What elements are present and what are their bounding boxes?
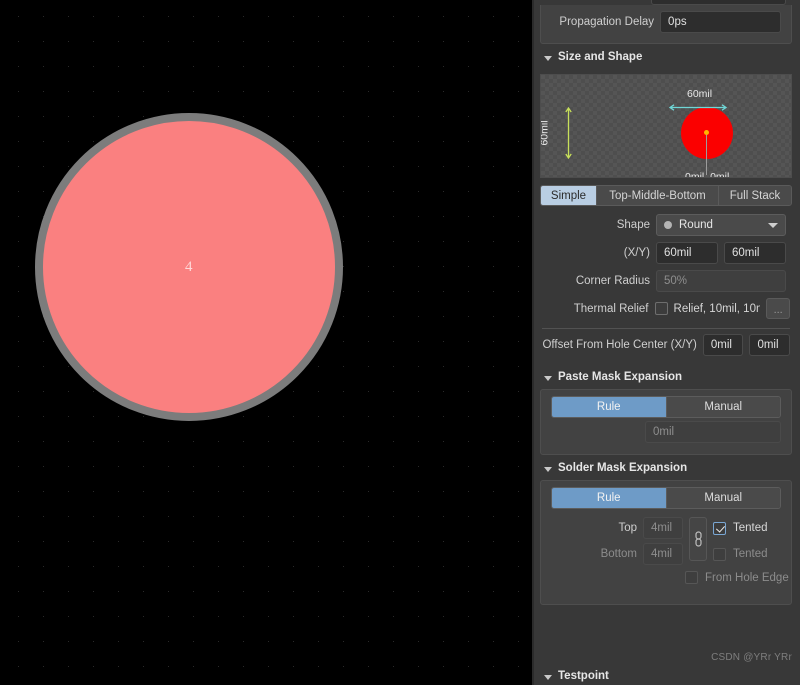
shape-label: Shape [616, 219, 650, 231]
shape-select[interactable]: Round [656, 214, 786, 236]
stack-mode-tabs: Simple Top-Middle-Bottom Full Stack [540, 185, 792, 206]
paste-mask-card: Rule Manual 0mil [540, 389, 792, 455]
solder-mask-mode-toggle: Rule Manual [551, 487, 781, 509]
paste-mask-value-input[interactable]: 0mil [645, 421, 781, 443]
corner-radius-input[interactable]: 50% [656, 270, 786, 292]
solder-mask-rule-button[interactable]: Rule [552, 488, 667, 508]
from-hole-edge-checkbox[interactable] [685, 571, 698, 584]
pad-preview-box: 60mil 60mil 0mil, 0mil [540, 74, 792, 178]
tab-full-stack[interactable]: Full Stack [719, 186, 791, 205]
tented-bottom-checkbox[interactable] [713, 547, 726, 561]
thermal-relief-label: Thermal Relief [573, 302, 649, 315]
from-hole-edge-label: From Hole Edge [705, 571, 789, 584]
solder-mask-bottom-label: Bottom [600, 548, 637, 560]
tented-top-label: Tented [733, 522, 768, 534]
size-y-input[interactable]: 60mil [724, 242, 786, 264]
solder-mask-top-input[interactable]: 4mil [643, 517, 683, 539]
paste-mask-title: Paste Mask Expansion [558, 371, 682, 383]
pcb-pad-object[interactable]: 4 [35, 113, 343, 421]
preview-origin-stem [706, 133, 707, 175]
paste-mask-value-row: 0mil [541, 418, 791, 446]
propagation-delay-row: Propagation Delay 0ps [541, 5, 791, 36]
paste-mask-mode-toggle: Rule Manual [551, 396, 781, 418]
thermal-relief-value: Relief, 10mil, 10m [673, 302, 761, 315]
corner-radius-row: Corner Radius 50% [532, 267, 800, 295]
offset-y-input[interactable]: 0mil [749, 334, 791, 356]
size-and-shape-title: Size and Shape [558, 51, 643, 63]
tented-top-checkbox[interactable] [713, 521, 726, 535]
size-x-input[interactable]: 60mil [656, 242, 718, 264]
pad-designator-label: 4 [185, 258, 193, 275]
round-shape-icon [664, 221, 672, 229]
solder-mask-bottom-input[interactable]: 4mil [643, 543, 683, 565]
collapse-triangle-icon[interactable] [544, 466, 552, 472]
propagation-delay-input[interactable]: 0ps [660, 11, 781, 33]
collapse-triangle-icon[interactable] [544, 55, 552, 61]
electrical-section-card: Propagation Delay 0ps [540, 5, 792, 44]
solder-mask-section-header[interactable]: Solder Mask Expansion [532, 455, 800, 480]
paste-mask-manual-button[interactable]: Manual [666, 397, 780, 417]
solder-mask-top-label: Top [618, 522, 637, 534]
solder-mask-manual-button[interactable]: Manual [666, 488, 780, 508]
pcb-design-canvas[interactable]: 4 [0, 0, 532, 685]
shape-row: Shape Round [532, 206, 800, 239]
size-and-shape-section-header[interactable]: Size and Shape [532, 44, 800, 69]
propagation-delay-label: Propagation Delay [559, 16, 655, 28]
tented-bottom-label: Tented [733, 548, 768, 560]
solder-mask-title: Solder Mask Expansion [558, 462, 688, 474]
tab-simple[interactable]: Simple [541, 186, 597, 205]
chain-link-glyph [694, 531, 702, 547]
thermal-relief-checkbox[interactable] [654, 302, 668, 315]
corner-radius-label: Corner Radius [575, 275, 650, 287]
section-divider [542, 328, 790, 329]
preview-width-arrow-icon [668, 104, 728, 111]
size-xy-label: (X/Y) [623, 247, 650, 259]
pcb-pad-properties-screen: 4 Propagation Delay 0ps Size and Shape 6… [0, 0, 800, 685]
preview-width-label: 60mil [687, 88, 713, 100]
offset-label: Offset From Hole Center (X/Y) [542, 339, 697, 351]
preview-height-arrow-icon [565, 106, 572, 160]
offset-from-hole-center-row: Offset From Hole Center (X/Y) 0mil 0mil [532, 331, 800, 364]
paste-mask-rule-button[interactable]: Rule [552, 397, 667, 417]
link-top-bottom-icon[interactable] [689, 517, 707, 561]
testpoint-title: Testpoint [558, 670, 609, 682]
preview-origin-dot [704, 130, 709, 135]
paste-mask-section-header[interactable]: Paste Mask Expansion [532, 364, 800, 389]
chevron-down-icon[interactable] [768, 222, 778, 228]
collapse-triangle-icon[interactable] [544, 674, 552, 680]
size-xy-row: (X/Y) 60mil 60mil [532, 239, 800, 267]
testpoint-section-header[interactable]: Testpoint [532, 663, 800, 685]
shape-selected-value: Round [679, 219, 713, 231]
watermark-text: CSDN @YRr YRr [711, 652, 792, 663]
thermal-relief-more-button[interactable]: ... [766, 298, 790, 319]
collapse-triangle-icon[interactable] [544, 375, 552, 381]
preview-origin-label: 0mil, 0mil [685, 171, 730, 178]
offset-x-input[interactable]: 0mil [702, 334, 744, 356]
preview-height-label: 60mil [540, 120, 551, 146]
tab-top-middle-bottom[interactable]: Top-Middle-Bottom [597, 186, 719, 205]
thermal-relief-row: Thermal Relief Relief, 10mil, 10m ... [532, 295, 800, 322]
solder-mask-card: Rule Manual Top Bottom 4mil 4mil Tented … [540, 480, 792, 605]
properties-panel: Propagation Delay 0ps Size and Shape 60m… [532, 0, 800, 685]
